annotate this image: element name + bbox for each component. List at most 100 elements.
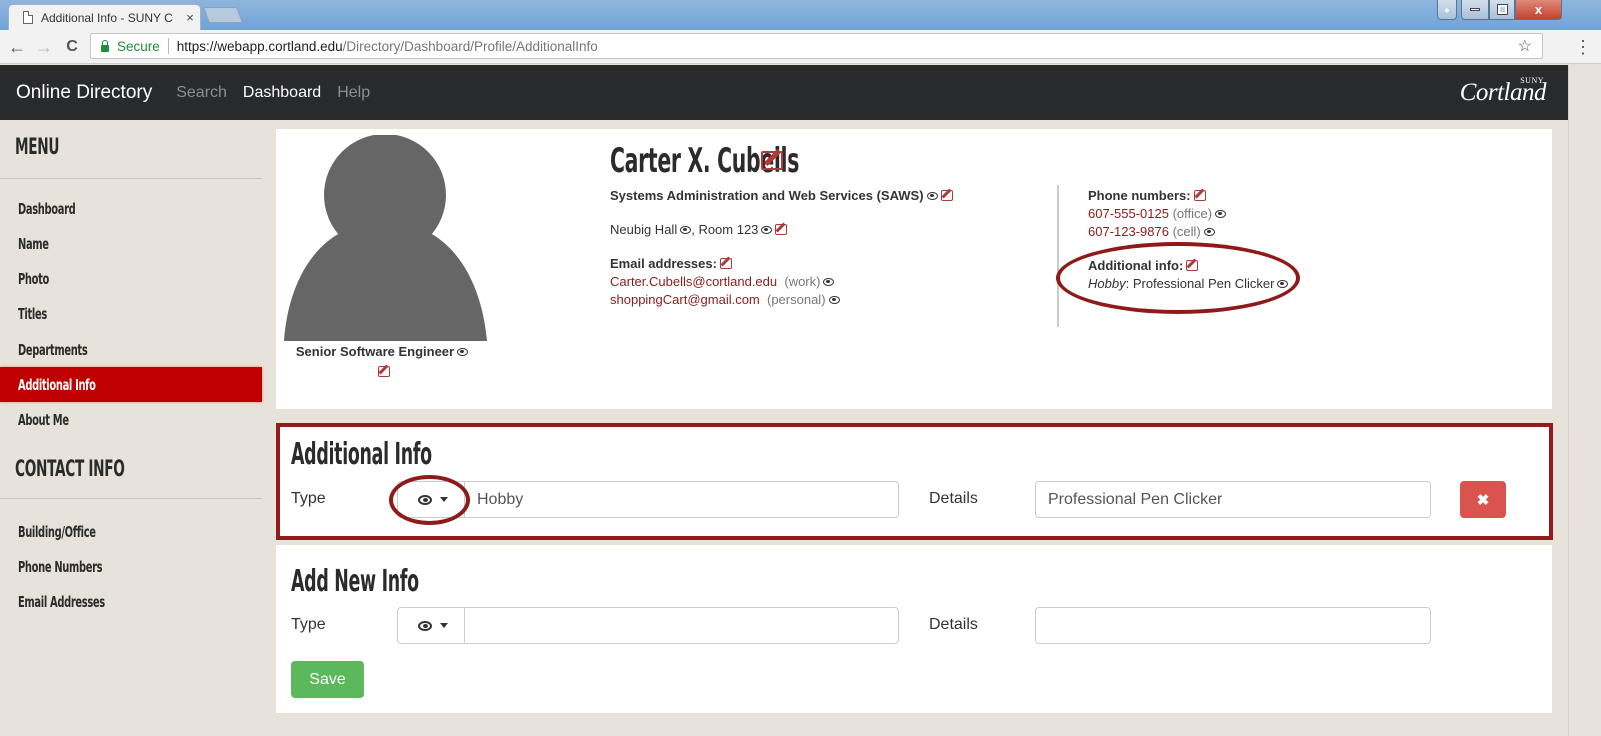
browser-menu-icon[interactable]: ⋮ [1572, 36, 1594, 58]
profile-details-left: Systems Administration and Web Services … [610, 187, 953, 309]
maximize-icon[interactable] [1489, 0, 1515, 20]
visibility-eye-icon [926, 192, 938, 200]
lock-icon [101, 39, 109, 52]
email-row: shoppingCart@gmail.com (personal) [610, 291, 953, 309]
additional-info-type: Hobby [1088, 276, 1126, 291]
email-label: Email addresses: [610, 256, 717, 271]
additional-info-row: Hobby: Professional Pen Clicker [1088, 275, 1289, 293]
sidebar-item-photo[interactable]: Photo [0, 261, 262, 296]
email-type: (personal) [767, 292, 826, 307]
address-bar[interactable]: Secure https://webapp.cortland.edu/Direc… [90, 33, 1543, 59]
visibility-eye-icon [457, 348, 469, 356]
new-type-input[interactable] [465, 607, 899, 644]
edit-email-icon[interactable] [719, 258, 732, 269]
nav-help[interactable]: Help [337, 84, 370, 102]
divider [0, 498, 262, 499]
visibility-dropdown[interactable] [397, 481, 465, 518]
separator [167, 38, 169, 54]
edit-icon[interactable] [761, 151, 783, 170]
user-profile-icon[interactable]: ● [1437, 0, 1457, 20]
url-host: https://webapp.cortland.edu [176, 38, 343, 54]
eye-icon [417, 494, 432, 505]
app-header: Online Directory Search Dashboard Help S… [0, 65, 1568, 120]
brand-link[interactable]: Online Directory [16, 82, 152, 104]
sidebar-item-additional-info[interactable]: Additional Info [0, 367, 262, 402]
avatar-placeholder-icon [284, 135, 487, 341]
visibility-eye-icon [680, 226, 692, 234]
contact-info-heading: CONTACT INFO [15, 457, 125, 482]
delete-button[interactable]: ✖ [1460, 481, 1506, 518]
email-type: (work) [784, 274, 821, 289]
edit-title-button[interactable] [276, 363, 488, 381]
visibility-eye-icon [1215, 210, 1227, 218]
additional-info-section: Additional Info Type Details ✖ [276, 423, 1553, 540]
phone-type: (office) [1172, 206, 1213, 221]
visibility-eye-icon [823, 278, 835, 286]
sidebar-item-name[interactable]: Name [0, 226, 262, 261]
email-link[interactable]: shoppingCart@gmail.com [610, 292, 760, 307]
new-tab-button[interactable] [203, 7, 243, 23]
additional-info-label: Additional info: [1088, 258, 1184, 273]
sidebar-item-about-me[interactable]: About Me [0, 402, 262, 437]
caret-down-icon [439, 497, 448, 502]
window-close-icon[interactable]: x [1515, 0, 1562, 20]
page-scrollbar[interactable] [1568, 65, 1601, 736]
visibility-dropdown[interactable] [397, 607, 465, 644]
sidebar-item-email-addresses[interactable]: Email Addresses [0, 584, 262, 619]
edit-additional-info-icon[interactable] [1186, 260, 1199, 271]
phone-link[interactable]: 607-123-9876 [1088, 224, 1169, 239]
visibility-eye-icon [1277, 280, 1289, 288]
job-title: Senior Software Engineer [276, 344, 488, 359]
new-details-input[interactable] [1035, 607, 1431, 644]
sidebar-item-building-office[interactable]: Building/Office [0, 514, 262, 549]
save-button[interactable]: Save [291, 661, 364, 698]
email-link[interactable]: Carter.Cubells@cortland.edu [610, 274, 777, 289]
details-input[interactable] [1035, 481, 1431, 518]
reload-icon[interactable]: C [61, 36, 83, 58]
browser-tab[interactable]: Additional Info - SUNY C × [8, 4, 201, 30]
sidebar-item-departments[interactable]: Departments [0, 332, 262, 367]
room: Room 123 [698, 222, 759, 237]
type-input[interactable] [465, 481, 899, 518]
edit-phone-icon[interactable] [1193, 190, 1206, 201]
additional-info-detail: Professional Pen Clicker [1132, 276, 1275, 291]
add-new-info-section: Add New Info Type Details Save [276, 545, 1552, 713]
add-new-info-heading: Add New Info [291, 564, 419, 599]
edit-name-button[interactable] [758, 151, 783, 174]
edit-department-icon[interactable] [940, 190, 953, 201]
menu-heading: MENU [15, 135, 60, 160]
type-label: Type [291, 490, 326, 507]
type-label: Type [291, 616, 326, 633]
sidebar: MENU Dashboard Name Photo Titles Departm… [0, 120, 262, 736]
minimize-icon[interactable] [1461, 0, 1489, 20]
details-label: Details [929, 490, 978, 507]
sidebar-item-phone-numbers[interactable]: Phone Numbers [0, 549, 262, 584]
nav-search[interactable]: Search [176, 84, 227, 102]
edit-icon[interactable] [377, 366, 390, 377]
column-divider [1057, 185, 1059, 327]
phone-row: 607-555-0125 (office) [1088, 205, 1288, 223]
sidebar-item-dashboard[interactable]: Dashboard [0, 191, 262, 226]
phone-label: Phone numbers: [1088, 188, 1191, 203]
edit-office-icon[interactable] [775, 224, 788, 235]
profile-details-right: Phone numbers: 607-555-0125 (office) 607… [1088, 187, 1289, 293]
tab-close-icon[interactable]: × [180, 10, 200, 25]
nav-dashboard[interactable]: Dashboard [243, 84, 321, 102]
profile-card: Senior Software Engineer Carter X. Cubel… [276, 129, 1552, 409]
tab-title: Additional Info - SUNY C [41, 10, 173, 25]
phone-row: 607-123-9876 (cell) [1088, 223, 1288, 241]
bookmark-star-icon[interactable]: ☆ [1518, 36, 1532, 56]
browser-titlebar: Additional Info - SUNY C × ● x [0, 0, 1601, 30]
divider [0, 178, 262, 179]
eye-icon [417, 620, 432, 631]
sidebar-item-titles[interactable]: Titles [0, 296, 262, 331]
forward-icon[interactable]: → [33, 36, 55, 58]
window-controls: ● x [1437, 0, 1562, 20]
back-icon[interactable]: ← [6, 36, 28, 58]
secure-label: Secure [117, 38, 160, 54]
email-row: Carter.Cubells@cortland.edu (work) [610, 273, 953, 291]
phone-link[interactable]: 607-555-0125 [1088, 206, 1169, 221]
delete-x-icon: ✖ [1476, 491, 1490, 509]
department: Systems Administration and Web Services … [610, 188, 924, 203]
url-path: /Directory/Dashboard/Profile/AdditionalI… [342, 38, 598, 54]
